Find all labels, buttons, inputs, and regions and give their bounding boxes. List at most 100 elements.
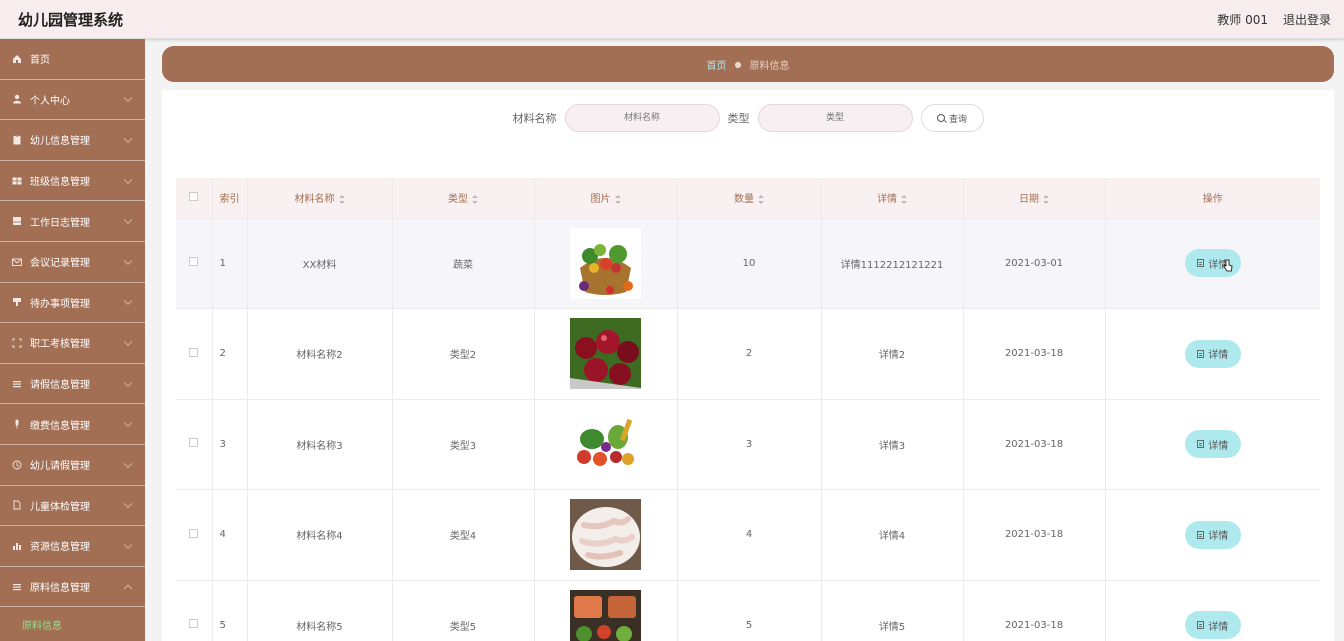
breadcrumb-separator: ● (734, 59, 742, 69)
row-checkbox[interactable] (189, 347, 199, 357)
sidebar-item-material-info[interactable]: 原料信息管理 (0, 567, 145, 608)
sidebar-item-personal-center[interactable]: 个人中心 (0, 80, 145, 121)
top-header: 幼儿园管理系统 教师 001 退出登录 (0, 0, 1344, 39)
row-select-cell[interactable] (176, 489, 213, 581)
sidebar-item-label: 职工考核管理 (30, 339, 90, 351)
cell-qty: 10 (677, 218, 822, 309)
column-header-label: 图片 (590, 194, 611, 206)
table-row[interactable]: 4 材料名称4 类型4 4 详情4 2021-03-18 详情 (176, 489, 1320, 581)
cell-index: 3 (212, 399, 248, 490)
cell-date: 2021-03-18 (963, 580, 1106, 641)
cell-index: 4 (212, 489, 248, 581)
sort-icon[interactable] (472, 194, 478, 204)
sidebar-item-resource-info[interactable]: 资源信息管理 (0, 526, 145, 567)
row-checkbox[interactable] (189, 528, 199, 538)
cell-type: 类型4 (392, 489, 535, 581)
sidebar-item-child-leave[interactable]: 幼儿请假管理 (0, 445, 145, 486)
mail-icon (12, 257, 22, 267)
breadcrumb-home[interactable]: 首页 (707, 57, 727, 72)
submenu-item-material-info[interactable]: 原料信息 (0, 607, 145, 641)
sidebar: 首页 个人中心 幼儿信息管理 班级信息管理 工作日志管理 会议记录管理 待办事项… (0, 39, 145, 641)
sort-icon[interactable] (901, 194, 907, 204)
column-header-detail[interactable]: 详情 (821, 178, 964, 219)
cell-action: 详情 (1105, 580, 1320, 641)
home-icon (12, 54, 22, 64)
detail-button[interactable]: 详情 (1184, 339, 1241, 368)
type-input[interactable] (757, 104, 913, 132)
column-header-date[interactable]: 日期 (963, 178, 1106, 219)
table-row[interactable]: 5 材料名称5 类型5 5 详情5 2021-03-18 详情 (176, 580, 1320, 641)
row-select-cell[interactable] (176, 308, 213, 400)
sidebar-item-label: 班级信息管理 (30, 177, 90, 189)
row-checkbox[interactable] (189, 619, 199, 629)
hand-cursor-icon (1223, 259, 1233, 272)
column-header-image[interactable]: 图片 (534, 178, 678, 219)
sidebar-item-label: 资源信息管理 (30, 542, 90, 554)
column-header-name[interactable]: 材料名称 (247, 178, 393, 219)
sidebar-item-meeting-record[interactable]: 会议记录管理 (0, 242, 145, 283)
search-bar: 材料名称 类型 查询 (162, 103, 1334, 133)
cell-date: 2021-03-01 (963, 218, 1106, 309)
detail-button[interactable]: 详情 (1184, 249, 1241, 278)
sidebar-item-staff-assessment[interactable]: 职工考核管理 (0, 323, 145, 364)
document-icon (1197, 621, 1205, 630)
table-row[interactable]: 1 XX材料 蔬菜 10 详情1112212121221 2021-03-01 … (176, 218, 1320, 309)
sidebar-item-work-log[interactable]: 工作日志管理 (0, 201, 145, 242)
sidebar-item-home[interactable]: 首页 (0, 39, 145, 80)
select-all-cell[interactable] (176, 178, 213, 219)
sidebar-item-class-info[interactable]: 班级信息管理 (0, 161, 145, 202)
sidebar-item-label: 会议记录管理 (30, 258, 90, 270)
sort-icon[interactable] (614, 194, 621, 204)
logout-link[interactable]: 退出登录 (1283, 11, 1331, 28)
cell-image (534, 218, 678, 309)
cell-qty: 2 (677, 308, 822, 400)
chevron-down-icon (123, 378, 133, 387)
cell-action: 详情 (1105, 489, 1320, 581)
column-header-index: 索引 (212, 178, 248, 219)
detail-button[interactable]: 详情 (1184, 520, 1241, 549)
cell-date: 2021-03-18 (963, 308, 1106, 400)
table-row[interactable]: 3 材料名称3 类型3 3 详情3 2021-03-18 详情 (176, 399, 1320, 490)
sidebar-item-leave-info[interactable]: 请假信息管理 (0, 364, 145, 405)
table-row[interactable]: 2 材料名称2 类型2 2 详情2 2021-03-18 详情 (176, 308, 1320, 400)
cell-type: 类型5 (392, 580, 535, 641)
sidebar-item-label: 原料信息管理 (30, 583, 90, 595)
sort-icon[interactable] (758, 194, 764, 204)
sort-icon[interactable] (338, 194, 345, 204)
cell-date: 2021-03-18 (963, 399, 1106, 490)
sidebar-item-payment-info[interactable]: 缴费信息管理 (0, 404, 145, 445)
search-button[interactable]: 查询 (920, 104, 984, 132)
row-select-cell[interactable] (176, 218, 213, 309)
breadcrumb-current: 原料信息 (749, 60, 790, 72)
sidebar-item-todo[interactable]: 待办事项管理 (0, 283, 145, 324)
sidebar-item-label: 个人中心 (30, 95, 70, 107)
chevron-up-icon (123, 584, 133, 593)
row-select-cell[interactable] (176, 399, 213, 490)
document-icon (1197, 349, 1205, 358)
cell-detail: 详情4 (821, 489, 964, 581)
detail-button[interactable]: 详情 (1184, 611, 1241, 640)
row-checkbox[interactable] (189, 257, 199, 267)
chevron-down-icon (123, 418, 133, 428)
chevron-down-icon (123, 296, 133, 306)
chevron-down-icon (123, 459, 133, 468)
sidebar-item-child-info[interactable]: 幼儿信息管理 (0, 120, 145, 161)
column-header-qty[interactable]: 数量 (677, 178, 822, 219)
cell-detail: 详情3 (821, 399, 964, 490)
search-button-label: 查询 (948, 114, 967, 125)
sidebar-item-label: 工作日志管理 (30, 217, 90, 229)
column-header-type[interactable]: 类型 (392, 178, 535, 219)
breadcrumb: 首页 ● 原料信息 (162, 46, 1334, 82)
vegetable-basket-image (570, 227, 641, 299)
material-name-input[interactable] (564, 104, 720, 132)
cell-qty: 4 (677, 489, 822, 581)
chevron-down-icon (123, 540, 133, 549)
detail-button[interactable]: 详情 (1184, 430, 1241, 459)
row-checkbox[interactable] (189, 438, 199, 448)
sidebar-item-health-check[interactable]: 儿童体检管理 (0, 486, 145, 527)
cell-action: 详情 (1105, 218, 1320, 309)
row-select-cell[interactable] (176, 580, 213, 641)
sidebar-item-label: 幼儿信息管理 (30, 136, 90, 148)
sort-icon[interactable] (1043, 194, 1049, 204)
select-all-checkbox[interactable] (189, 191, 199, 201)
